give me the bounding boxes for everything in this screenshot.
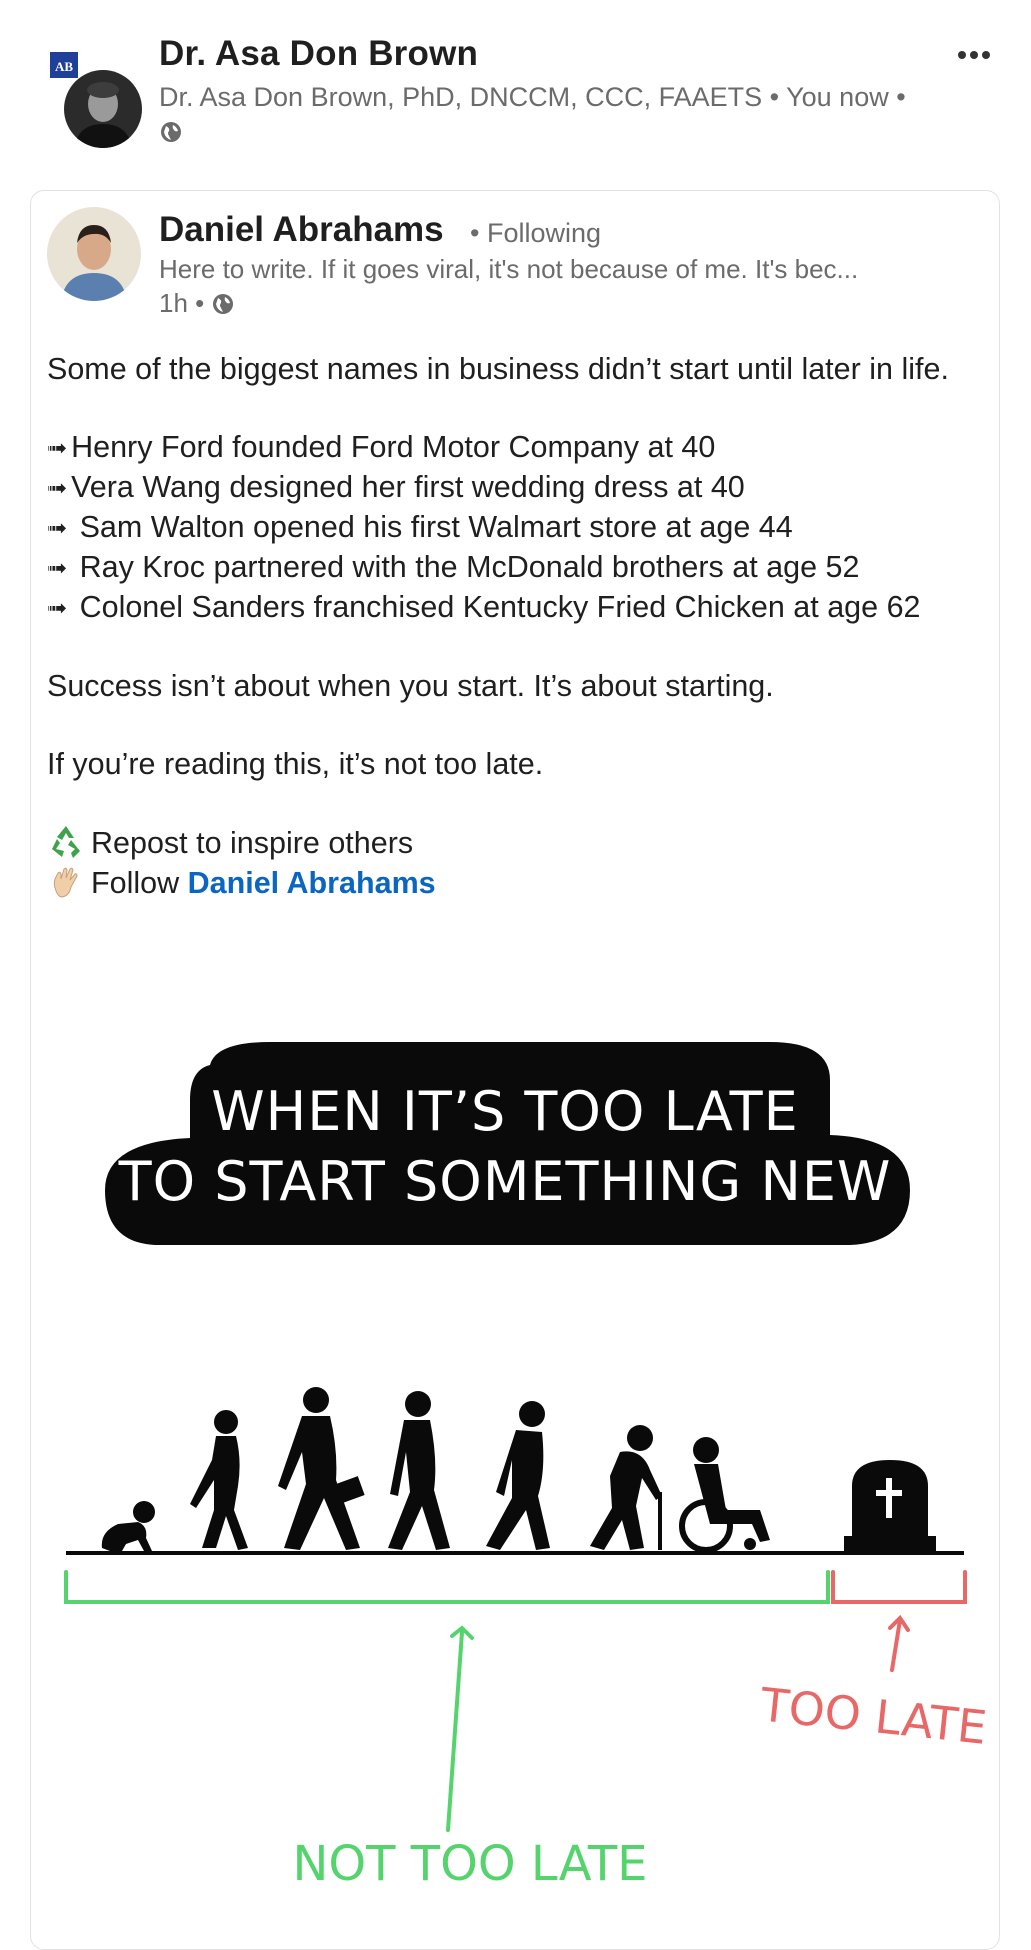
adult-silhouette: [388, 1391, 450, 1550]
list-item: ➟ Vera Wang designed her first wedding dr…: [47, 468, 987, 508]
list-item: ➟ Colonel Sanders franchised Kentucky Fr…: [47, 588, 987, 628]
more-horizontal-icon: [958, 51, 990, 59]
middle-aged-silhouette: [486, 1401, 550, 1550]
post-body: Some of the biggest names in business di…: [47, 350, 987, 903]
post-line-success: Success isn’t about when you start. It’s…: [47, 669, 774, 703]
arrow-icon: ➟: [47, 475, 68, 502]
reposter-subtitle-text: Dr. Asa Don Brown, PhD, DNCCM, CCC, FAAE…: [159, 82, 906, 112]
reposter-avatar[interactable]: [64, 70, 142, 148]
life-stages: [101, 1387, 936, 1553]
list-item: ➟ Ray Kroc partnered with the McDonald b…: [47, 548, 987, 588]
waving-hand-icon: [53, 867, 78, 898]
author-headline: Here to write. If it goes viral, it's no…: [159, 254, 859, 284]
author-name[interactable]: Daniel Abrahams: [159, 210, 444, 250]
arrow-icon: ➟: [47, 435, 68, 462]
recycle-icon: [52, 826, 80, 858]
reposter-subtitle: Dr. Asa Don Brown, PhD, DNCCM, CCC, FAAE…: [159, 80, 919, 148]
post-intro: Some of the biggest names in business di…: [47, 352, 949, 386]
arrow-icon: ➟: [47, 555, 68, 582]
post-line-reading: If you’re reading this, it’s not too lat…: [47, 747, 544, 781]
banner-line-1: WHEN IT’S TOO LATE: [211, 1080, 799, 1143]
elderly-silhouette: [590, 1425, 662, 1550]
author-link[interactable]: Daniel Abrahams: [188, 866, 436, 900]
more-options-button[interactable]: [954, 40, 994, 70]
not-too-late-label: NOT TOO LATE: [292, 1836, 647, 1892]
arrow-icon: ➟: [47, 515, 68, 542]
company-logo: AB: [50, 52, 78, 82]
author-avatar[interactable]: [47, 207, 141, 301]
arrow-icon: ➟: [47, 595, 68, 622]
banner-line-2: TO START SOMETHING NEW: [118, 1150, 892, 1213]
reposter-name[interactable]: Dr. Asa Don Brown: [159, 34, 478, 74]
post-time-text: 1h •: [159, 288, 205, 318]
ground-line: [66, 1551, 964, 1555]
too-late-label: TOO LATE: [757, 1677, 989, 1755]
repost-cta: Repost to inspire others: [47, 823, 987, 863]
not-too-late-bracket: [64, 1570, 830, 1832]
logo-text: AB: [55, 59, 73, 74]
wheelchair-silhouette: [679, 1437, 770, 1553]
follow-status: • Following: [470, 218, 602, 248]
child-silhouette: [190, 1410, 248, 1550]
gravestone-silhouette: [844, 1460, 936, 1552]
baby-silhouette: [101, 1501, 155, 1551]
globe-icon: [161, 122, 181, 142]
list-item: ➟ Sam Walton opened his first Walmart st…: [47, 508, 987, 548]
globe-icon: [213, 294, 234, 314]
follow-cta: Follow Daniel Abrahams: [47, 863, 987, 903]
banner: WHEN IT’S TOO LATE TO START SOMETHING NE…: [105, 1042, 910, 1245]
businessman-silhouette: [278, 1387, 365, 1550]
post-image[interactable]: WHEN IT’S TOO LATE TO START SOMETHING NE…: [30, 1040, 1000, 1920]
post-time: 1h •: [159, 288, 235, 319]
list-item: ➟ Henry Ford founded Ford Motor Company a…: [47, 428, 987, 468]
too-late-bracket: [831, 1570, 967, 1672]
